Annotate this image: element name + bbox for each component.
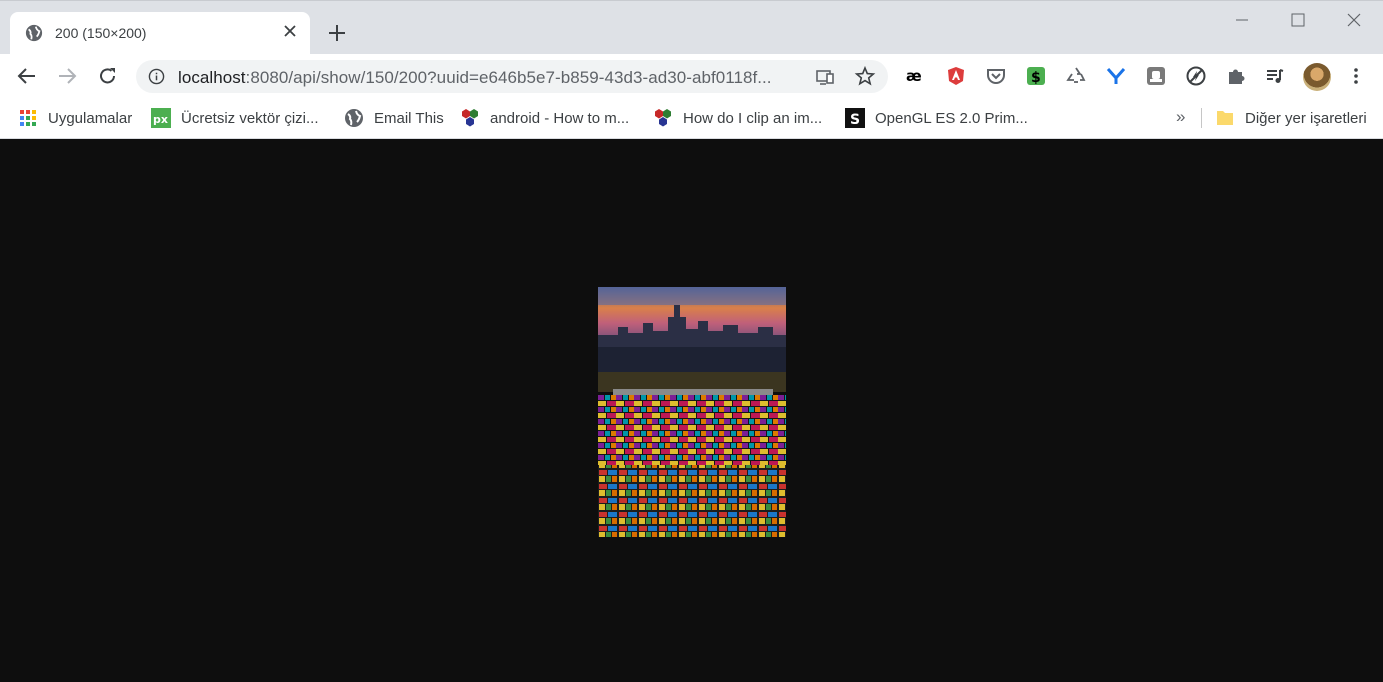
- bookmark-label: Uygulamalar: [48, 109, 133, 127]
- plus-icon[interactable]: [326, 22, 348, 44]
- media-playlist-icon[interactable]: [1264, 65, 1286, 87]
- bookmark-pixabay[interactable]: px Ücretsiz vektör çizi...: [151, 107, 319, 129]
- maximize-icon[interactable]: [1287, 9, 1309, 31]
- bookmark-label: Email This: [374, 109, 444, 127]
- bookmark-android[interactable]: android - How to m...: [460, 107, 629, 129]
- svg-text:px: px: [153, 113, 168, 126]
- square-extension-icon[interactable]: [1145, 65, 1167, 87]
- image-viewer: [0, 140, 1383, 682]
- globe-icon: [25, 24, 43, 42]
- close-window-icon[interactable]: [1343, 9, 1365, 31]
- info-icon[interactable]: [148, 68, 165, 85]
- url-text[interactable]: localhost:8080/api/show/150/200?uuid=e64…: [178, 68, 772, 88]
- angular-extension-icon[interactable]: [945, 65, 967, 87]
- arrow-left-icon[interactable]: [16, 65, 38, 87]
- bookmark-apps[interactable]: Uygulamalar: [18, 107, 132, 129]
- kebab-menu-icon[interactable]: [1345, 65, 1367, 87]
- bookmark-clip-image[interactable]: How do I clip an im...: [653, 107, 822, 129]
- bookmark-opengl[interactable]: S OpenGL ES 2.0 Prim...: [845, 107, 1028, 129]
- bookmark-label: android - How to m...: [490, 109, 630, 127]
- ae-extension-icon[interactable]: æ: [905, 65, 927, 87]
- apps-grid-icon: [20, 110, 36, 126]
- star-icon[interactable]: [854, 65, 876, 87]
- s-icon: S: [845, 108, 865, 128]
- pocket-extension-icon[interactable]: [985, 65, 1007, 87]
- folder-icon: [1217, 111, 1233, 125]
- recycle-extension-icon[interactable]: [1065, 65, 1087, 87]
- px-icon: px: [151, 108, 171, 128]
- bookmark-label: How do I clip an im...: [683, 109, 823, 127]
- stack-icon: [462, 109, 478, 127]
- browser-window: 200 (150×200) localhost:8080/api/show/15…: [0, 0, 1383, 682]
- bookmark-other-folder[interactable]: Diğer yer işaretleri: [1215, 107, 1367, 129]
- stack-icon: [655, 109, 671, 127]
- reload-icon[interactable]: [97, 65, 119, 87]
- bookmarks-overflow-chevron[interactable]: »: [1176, 107, 1185, 127]
- close-icon[interactable]: [282, 23, 298, 39]
- svg-text:æ: æ: [906, 67, 922, 85]
- bookmark-label: OpenGL ES 2.0 Prim...: [875, 109, 1028, 127]
- tab-active[interactable]: 200 (150×200): [10, 12, 310, 55]
- bookmark-email-this[interactable]: Email This: [344, 107, 444, 129]
- y-extension-icon[interactable]: [1105, 65, 1127, 87]
- tab-title: 200 (150×200): [55, 25, 147, 41]
- cast-icon[interactable]: [814, 66, 836, 88]
- globe-icon: [345, 109, 363, 127]
- url-host: localhost: [178, 68, 246, 87]
- no-sign-extension-icon[interactable]: [1185, 65, 1207, 87]
- bookmarks-separator: [1201, 108, 1202, 128]
- tab-strip: 200 (150×200): [0, 0, 1383, 55]
- bookmark-label: Diğer yer işaretleri: [1245, 109, 1367, 127]
- address-bar[interactable]: localhost:8080/api/show/150/200?uuid=e64…: [136, 60, 888, 93]
- bookmark-label: Ücretsiz vektör çizi...: [181, 109, 319, 127]
- arrow-right-icon[interactable]: [56, 65, 78, 87]
- svg-text:S: S: [850, 112, 860, 128]
- city-market-photo: [598, 287, 786, 537]
- profile-avatar[interactable]: [1303, 63, 1331, 91]
- browser-toolbar: localhost:8080/api/show/150/200?uuid=e64…: [0, 54, 1383, 98]
- minimize-icon[interactable]: [1231, 9, 1253, 31]
- svg-text:$: $: [1031, 70, 1041, 86]
- dollar-extension-icon[interactable]: $: [1025, 65, 1047, 87]
- url-path: :8080/api/show/150/200?uuid=e646b5e7-b85…: [245, 68, 772, 87]
- puzzle-icon[interactable]: [1225, 65, 1247, 87]
